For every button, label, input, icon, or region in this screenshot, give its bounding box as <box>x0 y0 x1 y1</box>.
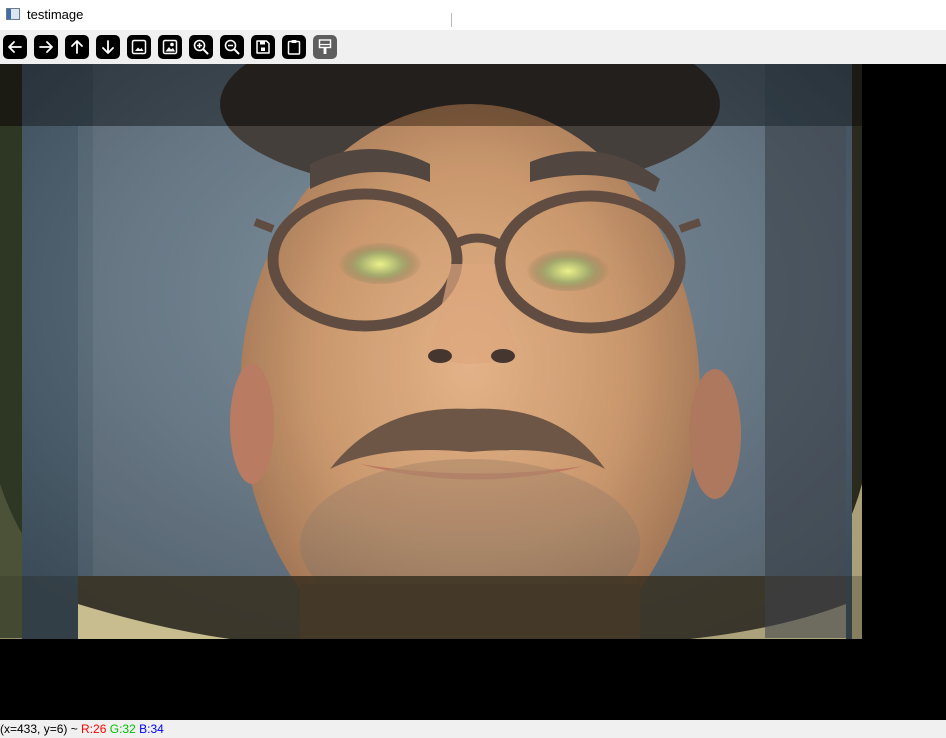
title-bar[interactable]: testimage <box>0 0 946 30</box>
toolbar <box>0 30 946 64</box>
paint-brush-icon <box>318 39 332 54</box>
pixel-red-value: R:26 <box>81 722 107 736</box>
arrow-right-icon <box>39 41 53 53</box>
photo-face-image <box>0 64 946 720</box>
zoom-out-icon <box>224 39 240 55</box>
pixel-coordinates: (x=433, y=6) ~ <box>0 722 82 736</box>
image-window-icon <box>6 8 20 20</box>
text-cursor-icon <box>451 13 452 27</box>
clipboard-icon <box>287 40 301 55</box>
image-canvas[interactable] <box>0 64 946 720</box>
image-icon <box>131 39 147 55</box>
properties-button[interactable] <box>313 35 337 59</box>
image-viewer-window: testimage (x=433, y=6) ~ R:26 G:32 B:34 <box>0 0 946 738</box>
arrow-down-icon <box>102 40 114 54</box>
arrow-up-icon <box>71 40 83 54</box>
window-title: testimage <box>27 7 84 22</box>
image-fit-icon <box>162 39 178 55</box>
copy-clipboard-button[interactable] <box>282 35 306 59</box>
arrow-left-icon <box>8 41 22 53</box>
status-bar: (x=433, y=6) ~ R:26 G:32 B:34 <box>0 720 946 738</box>
pan-left-button[interactable] <box>3 35 27 59</box>
pixel-blue-value: B:34 <box>139 722 164 736</box>
pan-right-button[interactable] <box>34 35 58 59</box>
zoom-in-icon <box>193 39 209 55</box>
save-icon <box>256 40 270 54</box>
zoom-fit-button[interactable] <box>158 35 182 59</box>
pan-up-button[interactable] <box>65 35 89 59</box>
zoom-in-button[interactable] <box>189 35 213 59</box>
zoom-original-button[interactable] <box>127 35 151 59</box>
pan-down-button[interactable] <box>96 35 120 59</box>
save-image-button[interactable] <box>251 35 275 59</box>
zoom-out-button[interactable] <box>220 35 244 59</box>
pixel-green-value: G:32 <box>109 722 136 736</box>
